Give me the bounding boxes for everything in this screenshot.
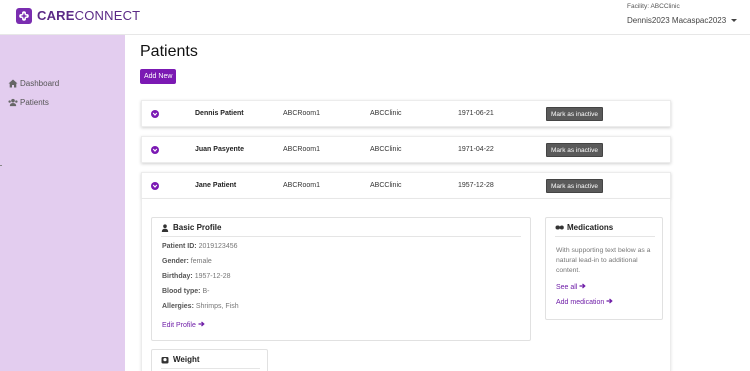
field-value: 1957-12-28 bbox=[194, 273, 231, 280]
medications-description: With supporting text below as a natural … bbox=[556, 247, 651, 274]
pills-icon bbox=[555, 223, 564, 232]
arrow-right-icon bbox=[198, 321, 205, 329]
field-value: Shrimps, Fish bbox=[195, 303, 239, 310]
see-all-label: See all bbox=[556, 283, 578, 291]
patient-name: Dennis Patient bbox=[195, 110, 244, 117]
brand-name: CARECONNECT bbox=[37, 8, 140, 24]
patient-name: Juan Pasyente bbox=[195, 146, 245, 153]
mark-inactive-button[interactable]: Mark as inactive bbox=[546, 107, 603, 121]
brand-name-light: CONNECT bbox=[74, 8, 141, 23]
sidebar-item-label: Patients bbox=[20, 98, 49, 107]
edit-profile-link[interactable]: Edit Profile bbox=[162, 321, 205, 329]
sidebar-item-patients[interactable]: Patients bbox=[8, 98, 49, 107]
user-icon bbox=[161, 223, 170, 232]
basic-profile-title: Basic Profile bbox=[173, 223, 222, 232]
patient-clinic: ABCClinic bbox=[370, 146, 402, 153]
main-content: Patients Add New Dennis Patient ABCRoom1… bbox=[125, 35, 750, 371]
weight-scale-icon bbox=[161, 355, 170, 364]
birthday-field: Birthday: 1957-12-28 bbox=[162, 273, 231, 280]
divider bbox=[555, 236, 655, 237]
expand-circle-icon[interactable] bbox=[151, 146, 159, 154]
medications-card: Medications With supporting text below a… bbox=[545, 217, 663, 320]
patient-row[interactable]: Jane Patient ABCRoom1 ABCClinic 1957-12-… bbox=[141, 172, 671, 199]
weight-card: Weight bbox=[151, 349, 268, 371]
expand-circle-icon[interactable] bbox=[151, 182, 159, 190]
see-all-medications-link[interactable]: See all bbox=[556, 283, 587, 291]
weight-header: Weight bbox=[161, 355, 200, 364]
arrow-right-icon bbox=[606, 298, 613, 306]
medications-title: Medications bbox=[567, 223, 614, 232]
divider bbox=[161, 368, 260, 369]
field-value: 2019123456 bbox=[198, 243, 238, 250]
add-medication-link[interactable]: Add medication bbox=[556, 298, 613, 306]
medications-header: Medications bbox=[555, 223, 613, 232]
home-icon bbox=[8, 79, 18, 88]
sidebar-item-dashboard[interactable]: Dashboard bbox=[8, 79, 59, 88]
brand[interactable]: CARECONNECT bbox=[16, 8, 140, 24]
user-menu-dropdown[interactable]: Dennis2023 Macaspac2023 bbox=[627, 16, 738, 25]
patient-name: Jane Patient bbox=[195, 182, 237, 189]
top-navbar: CARECONNECT Facility: ABCClinic Dennis20… bbox=[0, 0, 750, 35]
expand-circle-icon[interactable] bbox=[151, 110, 159, 118]
arrow-right-icon bbox=[579, 283, 587, 291]
field-value: B- bbox=[202, 288, 210, 295]
add-medication-label: Add medication bbox=[556, 298, 605, 306]
patient-birthday: 1971-06-21 bbox=[458, 110, 494, 117]
field-label: Allergies: bbox=[162, 303, 194, 310]
mark-inactive-button[interactable]: Mark as inactive bbox=[546, 179, 603, 193]
patient-id-field: Patient ID: 2019123456 bbox=[162, 243, 238, 250]
patient-detail-panel: Basic Profile Patient ID: 2019123456 Gen… bbox=[141, 199, 671, 371]
patient-row[interactable]: Dennis Patient ABCRoom1 ABCClinic 1971-0… bbox=[141, 100, 671, 127]
field-label: Blood type: bbox=[162, 288, 201, 295]
user-name: Dennis2023 Macaspac2023 bbox=[627, 16, 727, 25]
sidebar-edge-mark bbox=[0, 165, 2, 166]
gender-field: Gender: female bbox=[162, 258, 212, 265]
allergies-field: Allergies: Shrimps, Fish bbox=[162, 303, 239, 310]
edit-profile-label: Edit Profile bbox=[162, 321, 196, 329]
users-icon bbox=[8, 98, 18, 107]
patient-row[interactable]: Juan Pasyente ABCRoom1 ABCClinic 1971-04… bbox=[141, 136, 671, 163]
blood-type-field: Blood type: B- bbox=[162, 288, 209, 295]
patient-birthday: 1957-12-28 bbox=[458, 182, 494, 189]
careconnect-logo-icon bbox=[16, 8, 32, 24]
basic-profile-card: Basic Profile Patient ID: 2019123456 Gen… bbox=[151, 217, 531, 341]
patient-clinic: ABCClinic bbox=[370, 182, 402, 189]
brand-name-bold: CARE bbox=[37, 8, 75, 23]
field-label: Gender: bbox=[162, 258, 189, 265]
page-title: Patients bbox=[140, 43, 198, 60]
patient-clinic: ABCClinic bbox=[370, 110, 402, 117]
divider bbox=[161, 236, 521, 237]
mark-inactive-button[interactable]: Mark as inactive bbox=[546, 143, 603, 157]
field-label: Patient ID: bbox=[162, 243, 197, 250]
basic-profile-header: Basic Profile bbox=[161, 223, 221, 232]
facility-label: Facility: ABCClinic bbox=[627, 3, 680, 10]
sidebar: Dashboard Patients bbox=[0, 35, 125, 371]
add-new-button[interactable]: Add New bbox=[140, 69, 177, 84]
patient-room: ABCRoom1 bbox=[283, 110, 320, 117]
patient-room: ABCRoom1 bbox=[283, 182, 320, 189]
sidebar-item-label: Dashboard bbox=[20, 79, 60, 88]
caret-down-icon bbox=[731, 19, 738, 22]
patient-birthday: 1971-04-22 bbox=[458, 146, 494, 153]
weight-title: Weight bbox=[173, 355, 200, 364]
patient-room: ABCRoom1 bbox=[283, 146, 320, 153]
field-label: Birthday: bbox=[162, 273, 193, 280]
field-value: female bbox=[190, 258, 212, 265]
